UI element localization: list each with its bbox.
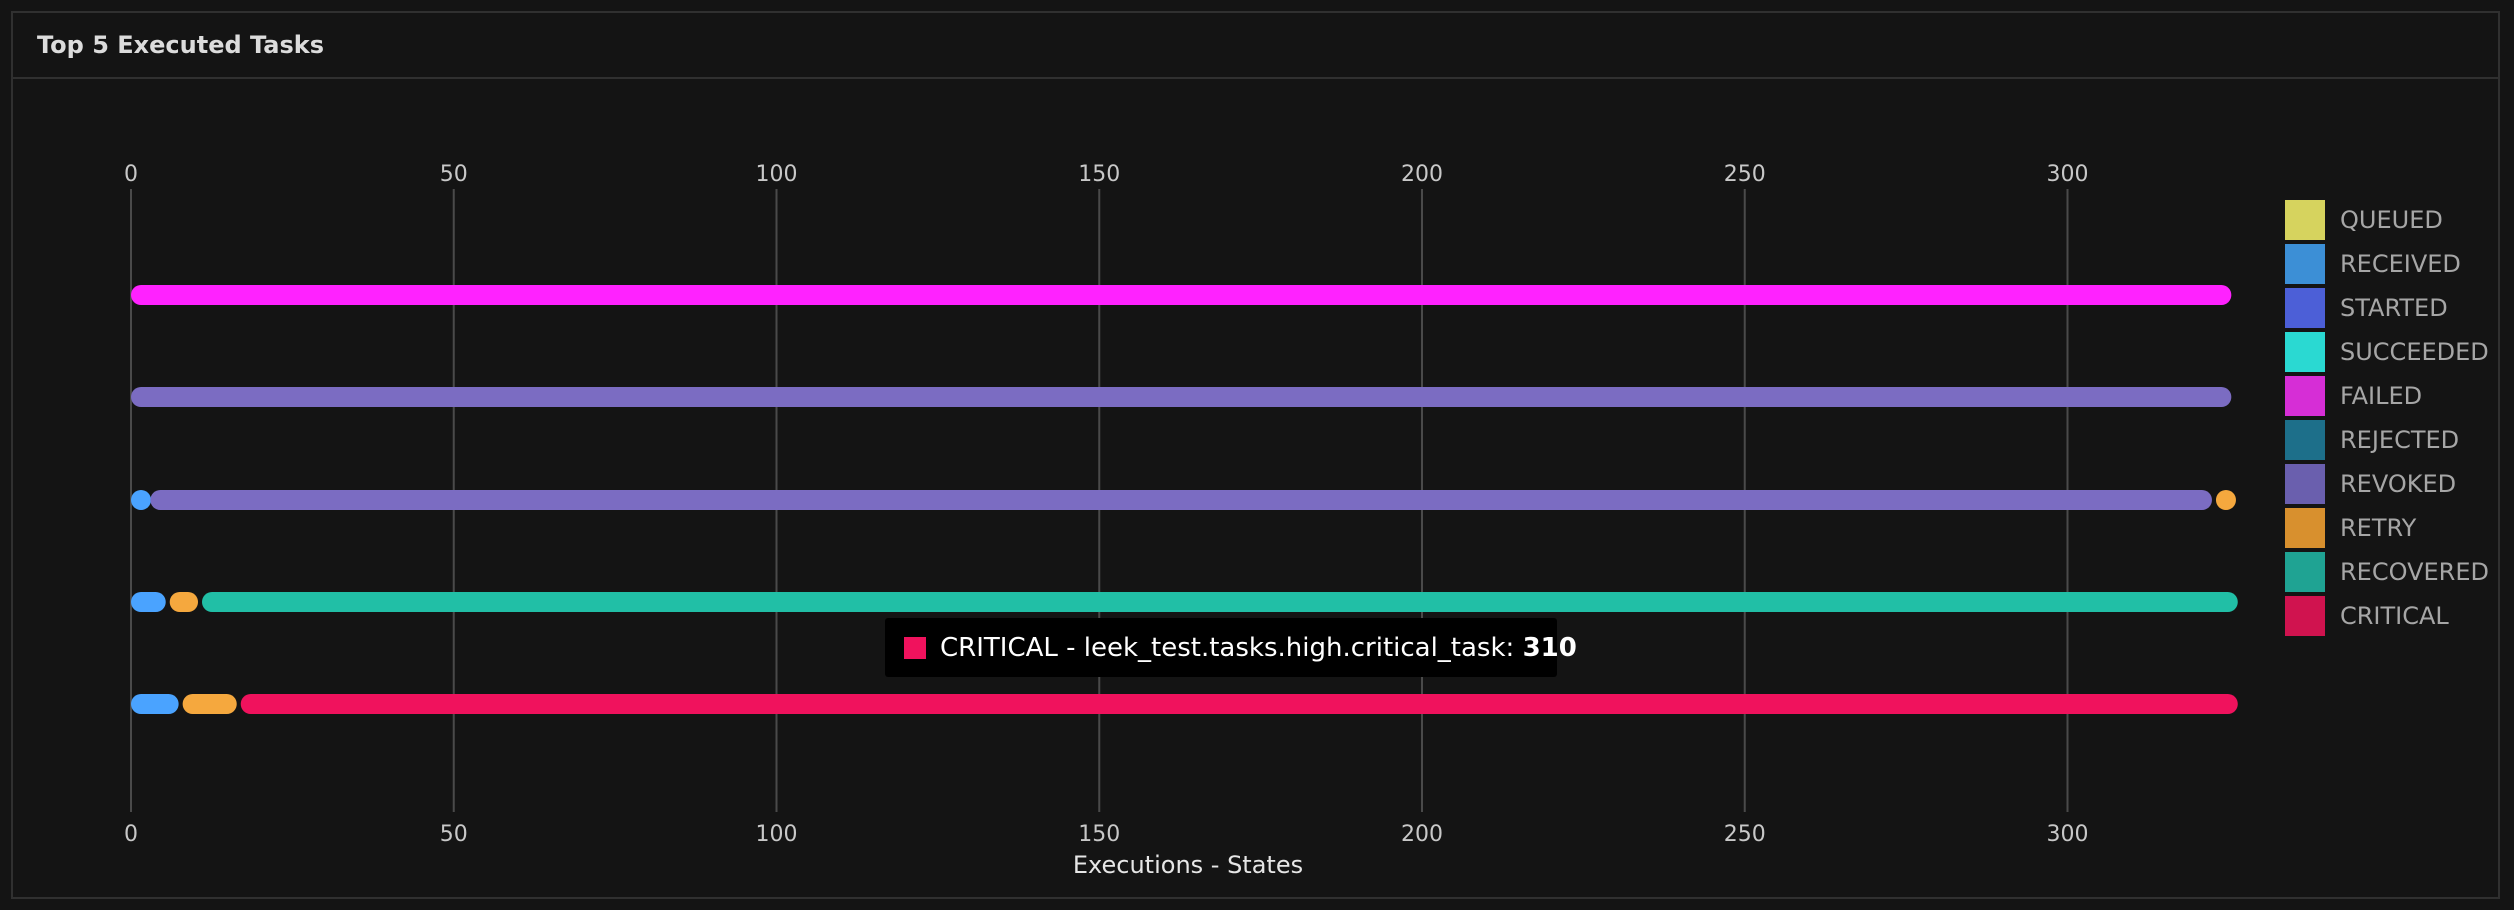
bar-segment-received[interactable] xyxy=(131,592,166,612)
legend-label[interactable]: STARTED xyxy=(2340,294,2448,322)
x-tick-label-top: 0 xyxy=(124,162,138,187)
legend-label[interactable]: REJECTED xyxy=(2340,426,2459,454)
legend-label[interactable]: QUEUED xyxy=(2340,206,2443,234)
tooltip-text: CRITICAL - leek_test.tasks.high.critical… xyxy=(940,633,1577,663)
legend-swatch xyxy=(2285,508,2325,548)
legend-label[interactable]: SUCCEEDED xyxy=(2340,338,2489,366)
bar-chart: 0 0 50 50 100 100 150 150 200 200 250 250 300 300 Exe… xyxy=(124,162,2489,879)
legend-swatch xyxy=(2285,244,2325,284)
legend: QUEUED RECEIVED STARTED SUCCEEDED FAILED REJE… xyxy=(2285,200,2489,636)
x-tick-label-top: 200 xyxy=(1401,162,1443,187)
bar-segment-revoked[interactable] xyxy=(150,490,2212,510)
legend-label[interactable]: REVOKED xyxy=(2340,470,2456,498)
legend-label[interactable]: CRITICAL xyxy=(2340,602,2449,630)
legend-swatch xyxy=(2285,464,2325,504)
x-tick-label-bottom: 150 xyxy=(1078,822,1120,847)
bar-segment-critical[interactable] xyxy=(240,694,2238,714)
bar-segment-received[interactable] xyxy=(131,490,151,510)
legend-swatch xyxy=(2285,596,2325,636)
bar-segment-failed[interactable] xyxy=(131,285,2232,305)
x-tick-label-bottom: 250 xyxy=(1724,822,1766,847)
x-tick-label-bottom: 0 xyxy=(124,822,138,847)
bar-segment-retry[interactable] xyxy=(182,694,237,714)
legend-label[interactable]: RECOVERED xyxy=(2340,558,2489,586)
x-tick-label-top: 300 xyxy=(2047,162,2089,187)
tooltip-value: 310 xyxy=(1523,633,1577,663)
tooltip: CRITICAL - leek_test.tasks.high.critical… xyxy=(885,618,1577,677)
tooltip-color-swatch xyxy=(904,637,926,659)
legend-swatch xyxy=(2285,200,2325,240)
x-tick-label-bottom: 100 xyxy=(756,822,798,847)
legend-swatch xyxy=(2285,376,2325,416)
legend-label[interactable]: FAILED xyxy=(2340,382,2422,410)
legend-swatch xyxy=(2285,552,2325,592)
bar-segment-retry[interactable] xyxy=(2215,490,2236,510)
bar-segment-received[interactable] xyxy=(131,694,179,714)
x-axis-label: Executions - States xyxy=(1073,851,1303,879)
x-tick-label-top: 250 xyxy=(1724,162,1766,187)
x-tick-label-top: 150 xyxy=(1078,162,1120,187)
tooltip-label: CRITICAL - leek_test.tasks.high.critical… xyxy=(940,633,1523,663)
x-tick-label-top: 50 xyxy=(440,162,468,187)
x-tick-label-bottom: 50 xyxy=(440,822,468,847)
legend-swatch xyxy=(2285,420,2325,460)
x-tick-label-bottom: 200 xyxy=(1401,822,1443,847)
bar-segment-retry[interactable] xyxy=(169,592,199,612)
legend-swatch xyxy=(2285,332,2325,372)
legend-label[interactable]: RETRY xyxy=(2340,514,2417,542)
x-tick-label-top: 100 xyxy=(756,162,798,187)
legend-label[interactable]: RECEIVED xyxy=(2340,250,2461,278)
bar-segment-recovered[interactable] xyxy=(202,592,2238,612)
bar-segment-revoked[interactable] xyxy=(131,387,2232,407)
x-tick-label-bottom: 300 xyxy=(2047,822,2089,847)
legend-swatch xyxy=(2285,288,2325,328)
